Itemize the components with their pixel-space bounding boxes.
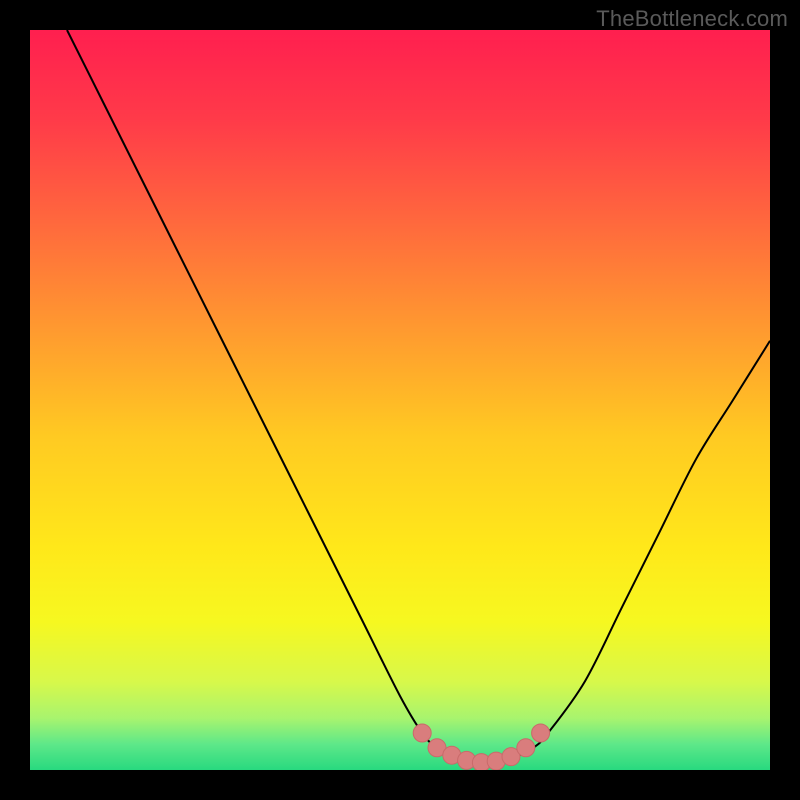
- valley-marker: [517, 739, 535, 757]
- plot-area: [30, 30, 770, 770]
- curve-path: [67, 30, 770, 763]
- bottleneck-curve: [30, 30, 770, 770]
- valley-marker: [413, 724, 431, 742]
- valley-markers: [413, 724, 549, 770]
- watermark-text: TheBottleneck.com: [596, 6, 788, 32]
- valley-marker: [532, 724, 550, 742]
- chart-frame: TheBottleneck.com: [0, 0, 800, 800]
